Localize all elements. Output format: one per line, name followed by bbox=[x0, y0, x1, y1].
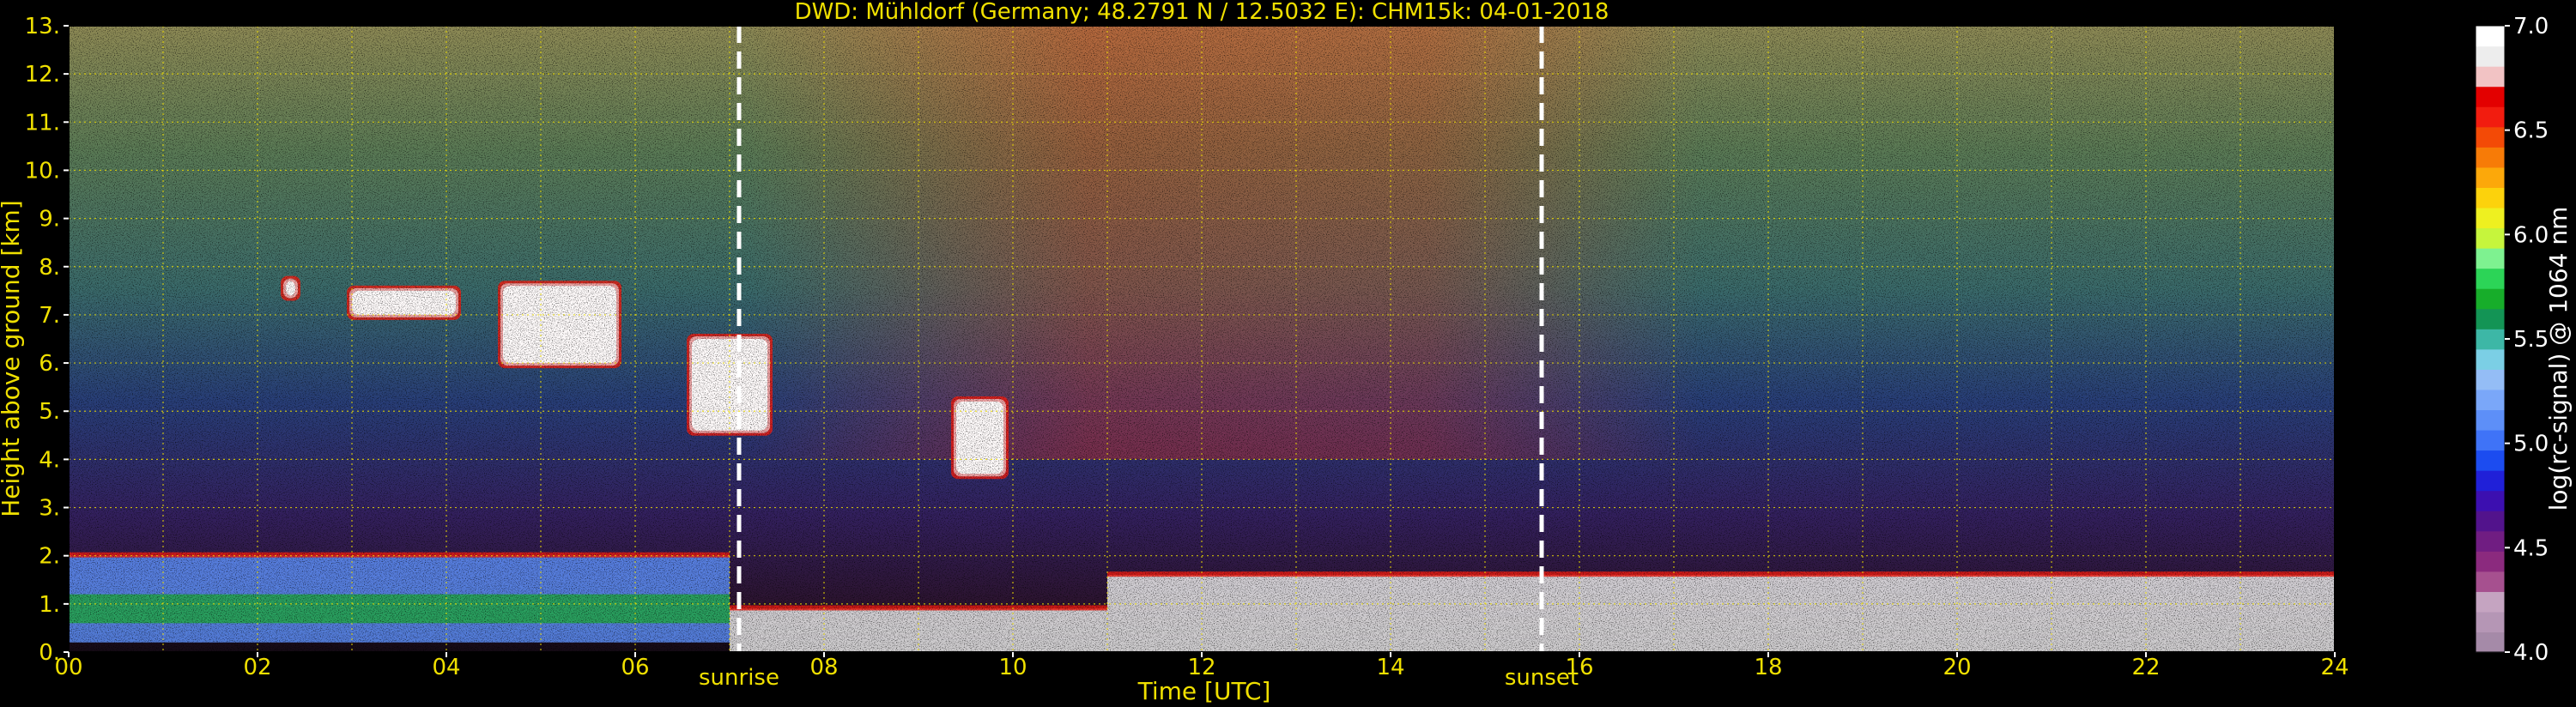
y-tick-label: 12. bbox=[25, 62, 60, 88]
y-tick-label: 2. bbox=[39, 544, 60, 570]
colorbar-tick-label: 7.0 bbox=[2513, 14, 2549, 39]
colorbar-swatch bbox=[2476, 248, 2505, 269]
x-tick-label: 22 bbox=[2131, 655, 2160, 680]
x-tick-label: 20 bbox=[1943, 655, 1971, 680]
colorbar-swatch bbox=[2476, 329, 2505, 350]
colorbar-swatch bbox=[2476, 450, 2505, 471]
x-tick-label: 14 bbox=[1376, 655, 1404, 680]
colorbar-swatch bbox=[2476, 631, 2505, 653]
x-tick-label: 08 bbox=[809, 655, 838, 680]
colorbar-swatch bbox=[2476, 227, 2505, 249]
colorbar-swatch bbox=[2476, 45, 2505, 67]
x-tick-label: 10 bbox=[998, 655, 1027, 680]
y-tick-label: 4. bbox=[39, 447, 60, 473]
x-tick-label: 18 bbox=[1754, 655, 1782, 680]
colorbar-swatch bbox=[2476, 551, 2505, 572]
colorbar-swatch bbox=[2476, 106, 2505, 128]
colorbar-label: log(rc-signal) @ 1064 nm bbox=[2544, 207, 2573, 511]
y-tick-label: 1. bbox=[39, 592, 60, 618]
colorbar-swatch bbox=[2476, 611, 2505, 633]
colorbar-swatch bbox=[2476, 187, 2505, 208]
y-tick-label: 13. bbox=[25, 14, 60, 39]
colorbar-swatch bbox=[2476, 429, 2505, 451]
colorbar-swatch bbox=[2476, 511, 2505, 532]
colorbar-swatch bbox=[2476, 207, 2505, 229]
colorbar bbox=[2475, 25, 2506, 653]
y-tick-label: 11. bbox=[25, 110, 60, 136]
y-tick-label: 0. bbox=[39, 640, 60, 666]
x-tick-label: 02 bbox=[243, 655, 271, 680]
y-tick-label: 6. bbox=[39, 351, 60, 377]
y-tick-label: 5. bbox=[39, 399, 60, 425]
y-tick-label: 9. bbox=[39, 207, 60, 233]
colorbar-swatch bbox=[2476, 166, 2505, 188]
colorbar-swatch bbox=[2476, 591, 2505, 613]
colorbar-swatch bbox=[2476, 470, 2505, 492]
colorbar-tick-label: 6.5 bbox=[2513, 118, 2549, 144]
y-tick-label: 7. bbox=[39, 303, 60, 329]
y-axis-label: Height above ground [km] bbox=[0, 200, 25, 517]
colorbar-swatch bbox=[2476, 26, 2505, 47]
colorbar-swatch bbox=[2476, 571, 2505, 592]
colorbar-swatch bbox=[2476, 490, 2505, 511]
sun-marker-label: sunrise bbox=[699, 665, 779, 691]
colorbar-swatch bbox=[2476, 288, 2505, 310]
x-tick-label: 06 bbox=[621, 655, 649, 680]
colorbar-tick-label: 4.5 bbox=[2513, 535, 2549, 561]
colorbar-swatch bbox=[2476, 389, 2505, 411]
x-tick-label: 24 bbox=[2320, 655, 2349, 680]
colorbar-swatch bbox=[2476, 147, 2505, 168]
colorbar-swatch bbox=[2476, 66, 2505, 88]
colorbar-swatch bbox=[2476, 126, 2505, 148]
colorbar-swatch bbox=[2476, 86, 2505, 107]
y-tick-label: 3. bbox=[39, 496, 60, 522]
colorbar-swatch bbox=[2476, 369, 2505, 390]
x-tick-label: 16 bbox=[1565, 655, 1593, 680]
colorbar-swatch bbox=[2476, 308, 2505, 329]
colorbar-swatch bbox=[2476, 530, 2505, 552]
y-axis-ticks: 0. 1. 2. 3. 4. 5. 6. 7. 8. 9. 10. 11. 12. 13. bbox=[25, 14, 69, 666]
colorbar-ticks: 4.04.55.05.56.06.57.0 bbox=[2505, 14, 2549, 666]
colorbar-swatch bbox=[2476, 268, 2505, 289]
x-axis-label: Time [UTC] bbox=[1137, 677, 1271, 705]
ceilometer-chart: DWD: Mühldorf (Germany; 48.2791 N / 12.5… bbox=[0, 0, 2573, 705]
colorbar-tick-label: 4.0 bbox=[2513, 640, 2549, 666]
chart-title: DWD: Mühldorf (Germany; 48.2791 N / 12.5… bbox=[795, 0, 1609, 25]
colorbar-swatch bbox=[2476, 348, 2505, 370]
x-tick-label: 04 bbox=[432, 655, 460, 680]
y-tick-label: 10. bbox=[25, 158, 60, 184]
colorbar-swatch bbox=[2476, 409, 2505, 431]
y-tick-label: 8. bbox=[39, 255, 60, 281]
